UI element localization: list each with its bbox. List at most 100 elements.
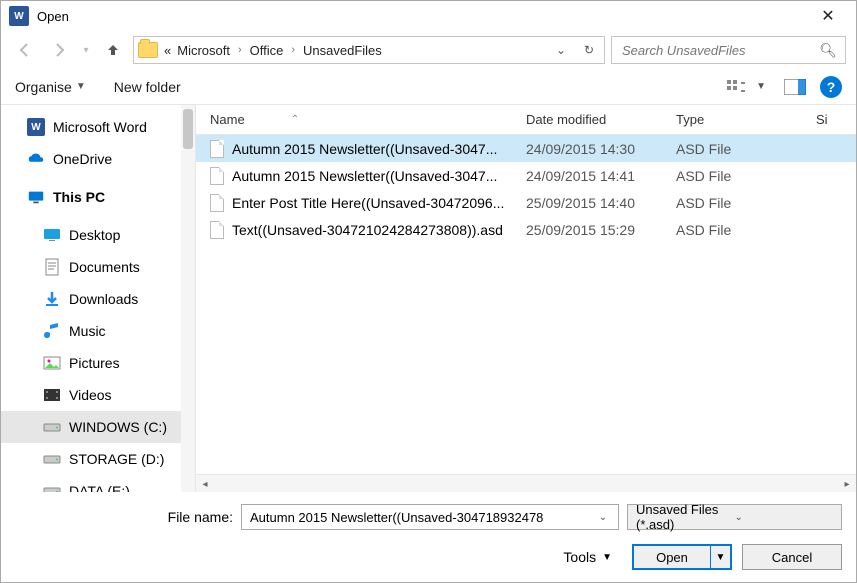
sidebar-item-label: Downloads [69, 291, 138, 307]
sidebar-item-label: DATA (E:) [69, 483, 130, 492]
column-name[interactable]: Name ⌃ [196, 112, 526, 127]
chevron-right-icon: › [289, 44, 297, 56]
filter-label: Unsaved Files (*.asd) [636, 502, 735, 532]
column-size[interactable]: Si [816, 112, 856, 127]
up-button[interactable] [99, 36, 127, 64]
file-row[interactable]: Text((Unsaved-304721024284273808)).asd25… [196, 216, 856, 243]
scroll-right-icon[interactable]: ▸ [838, 475, 856, 492]
preview-pane-button[interactable] [782, 77, 808, 97]
file-type: ASD File [676, 141, 816, 157]
sidebar-item-downloads[interactable]: Downloads [1, 283, 195, 315]
window-title: Open [37, 9, 69, 24]
file-name: Enter Post Title Here((Unsaved-30472096.… [232, 195, 504, 211]
sidebar-item-drive[interactable]: WINDOWS (C:) [1, 411, 195, 443]
organise-label: Organise [15, 79, 72, 95]
scroll-left-icon[interactable]: ◂ [196, 475, 214, 492]
filetype-filter[interactable]: Unsaved Files (*.asd) ⌄ [627, 504, 842, 530]
pictures-icon [43, 355, 61, 371]
organise-menu[interactable]: Organise ▼ [15, 79, 86, 95]
forward-button[interactable] [45, 36, 73, 64]
sidebar-scrollbar[interactable] [181, 105, 195, 492]
address-bar[interactable]: « Microsoft › Office › UnsavedFiles ⌄ ↻ [133, 36, 605, 64]
filename-dropdown[interactable]: ⌄ [594, 512, 612, 523]
sidebar-item-documents[interactable]: Documents [1, 251, 195, 283]
title-bar: W Open ✕ [1, 1, 856, 31]
file-rows: Autumn 2015 Newsletter((Unsaved-3047... 2… [196, 135, 856, 474]
sidebar-item-label: This PC [53, 189, 105, 205]
horizontal-scrollbar[interactable]: ◂ ▸ [196, 474, 856, 492]
sidebar-item-onedrive[interactable]: OneDrive [1, 143, 195, 175]
file-name: Autumn 2015 Newsletter((Unsaved-3047... [232, 141, 497, 157]
sidebar-item-label: OneDrive [53, 151, 112, 167]
file-date: 24/09/2015 14:41 [526, 168, 676, 184]
view-dropdown[interactable]: ▼ [756, 81, 766, 92]
file-icon [210, 140, 224, 158]
help-button[interactable]: ? [820, 76, 842, 98]
address-dropdown[interactable]: ⌄ [550, 43, 572, 57]
drive-icon [43, 419, 61, 435]
file-row[interactable]: Autumn 2015 Newsletter((Unsaved-3047... 2… [196, 135, 856, 162]
navigation-sidebar: WMicrosoft Word OneDrive This PC Desktop Doc… [1, 105, 196, 492]
sidebar-item-label: STORAGE (D:) [69, 451, 164, 467]
filename-label: File name: [15, 509, 233, 525]
open-split-dropdown[interactable]: ▼ [710, 546, 730, 568]
folder-icon [138, 42, 158, 58]
sidebar-item-word[interactable]: WMicrosoft Word [1, 111, 195, 143]
downloads-icon [43, 291, 61, 307]
breadcrumb-item[interactable]: Office [250, 43, 284, 58]
column-headers: Name ⌃ Date modified Type Si [196, 105, 856, 135]
file-type: ASD File [676, 222, 816, 238]
column-type[interactable]: Type [676, 112, 816, 127]
sidebar-item-label: Desktop [69, 227, 120, 243]
cancel-button[interactable]: Cancel [742, 544, 842, 570]
music-icon [43, 323, 61, 339]
file-type: ASD File [676, 195, 816, 211]
desktop-icon [43, 227, 61, 243]
pc-icon [27, 189, 45, 205]
sidebar-item-label: Music [69, 323, 106, 339]
close-button[interactable]: ✕ [808, 6, 848, 26]
search-icon: 🔍︎ [819, 42, 837, 59]
word-app-icon: W [9, 6, 29, 26]
file-icon [210, 221, 224, 239]
sidebar-item-pc[interactable]: This PC [1, 181, 195, 213]
new-folder-label: New folder [114, 79, 181, 95]
documents-icon [43, 259, 61, 275]
file-icon [210, 167, 224, 185]
dialog-footer: File name: ⌄ Unsaved Files (*.asd) ⌄ Too… [1, 492, 856, 582]
filename-combobox[interactable]: ⌄ [241, 504, 619, 530]
new-folder-button[interactable]: New folder [114, 79, 181, 95]
search-box[interactable]: 🔍︎ [611, 36, 846, 64]
sidebar-item-videos[interactable]: Videos [1, 379, 195, 411]
tools-menu[interactable]: Tools ▼ [563, 549, 612, 565]
filename-input[interactable] [248, 509, 594, 526]
word-icon: W [27, 119, 45, 135]
sidebar-item-music[interactable]: Music [1, 315, 195, 347]
sort-ascending-icon: ⌃ [291, 114, 299, 125]
sidebar-item-drive[interactable]: STORAGE (D:) [1, 443, 195, 475]
file-row[interactable]: Enter Post Title Here((Unsaved-30472096.… [196, 189, 856, 216]
back-button[interactable] [11, 36, 39, 64]
view-options-button[interactable] [724, 77, 750, 97]
sidebar-item-drive[interactable]: DATA (E:) [1, 475, 195, 492]
file-row[interactable]: Autumn 2015 Newsletter((Unsaved-3047...2… [196, 162, 856, 189]
breadcrumb-item[interactable]: Microsoft [177, 43, 230, 58]
sidebar-item-label: Videos [69, 387, 112, 403]
file-type: ASD File [676, 168, 816, 184]
scrollbar-thumb[interactable] [183, 109, 193, 149]
breadcrumb-item[interactable]: UnsavedFiles [303, 43, 382, 58]
drive-icon [43, 483, 61, 492]
sidebar-item-label: WINDOWS (C:) [69, 419, 167, 435]
chevron-right-icon: › [236, 44, 244, 56]
breadcrumb-prefix: « [164, 43, 171, 58]
search-input[interactable] [620, 42, 819, 59]
refresh-button[interactable]: ↻ [578, 43, 600, 57]
drive-icon [43, 451, 61, 467]
sidebar-item-pictures[interactable]: Pictures [1, 347, 195, 379]
sidebar-item-desktop[interactable]: Desktop [1, 219, 195, 251]
file-date: 24/09/2015 14:30 [526, 141, 676, 157]
open-button[interactable]: Open ▼ [632, 544, 732, 570]
column-date[interactable]: Date modified [526, 112, 676, 127]
recent-dropdown[interactable]: ▾ [79, 36, 93, 64]
main-pane: WMicrosoft Word OneDrive This PC Desktop Doc… [1, 105, 856, 492]
